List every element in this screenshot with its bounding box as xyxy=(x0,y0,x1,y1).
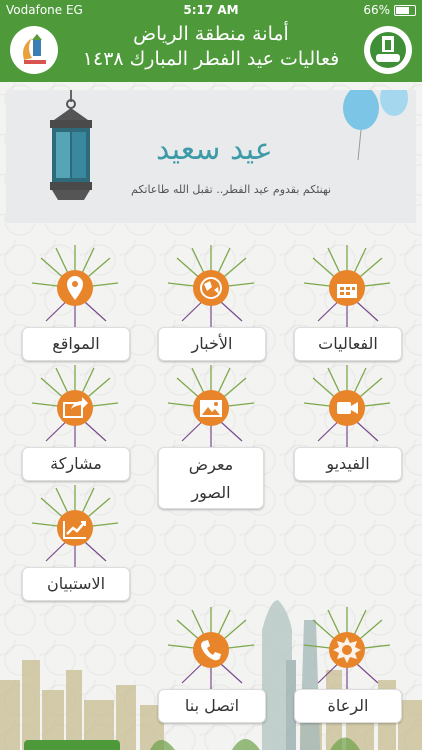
tile-sponsors[interactable]: الرعاة xyxy=(288,605,406,725)
contact-button[interactable]: اتصل بنا xyxy=(158,689,266,723)
tile-gallery[interactable]: معرض الصور xyxy=(152,363,270,513)
banner-title: عيد سعيد xyxy=(156,132,273,167)
news-button[interactable]: الأخبار xyxy=(158,327,266,361)
phone-icon xyxy=(167,607,255,689)
gallery-button[interactable]: معرض الصور xyxy=(158,447,264,509)
battery-percent: 66% xyxy=(363,3,390,17)
tile-events[interactable]: الفعاليات xyxy=(288,243,406,363)
battery-icon xyxy=(394,5,416,16)
video-button[interactable]: الفيديو xyxy=(294,447,402,481)
tile-contact[interactable]: اتصل بنا xyxy=(152,605,270,725)
tile-news[interactable]: الأخبار xyxy=(152,243,270,363)
tile-locations[interactable]: المواقع xyxy=(16,243,134,363)
events-button[interactable]: الفعاليات xyxy=(294,327,402,361)
eid-logo-icon xyxy=(10,26,58,74)
header-title: أمانة منطقة الرياض xyxy=(133,23,289,45)
header-subtitle: فعاليات عيد الفطر المبارك ١٤٣٨ xyxy=(82,48,340,70)
gallery-label-line1: معرض xyxy=(188,455,234,474)
banner-subtitle: نهنئكم بقدوم عيد الفطر.. تقبل الله طاعات… xyxy=(131,183,332,196)
location-pin-icon xyxy=(31,245,119,327)
tile-video[interactable]: الفيديو xyxy=(288,363,406,483)
status-bar: Vodafone EG 5:17 AM 66% xyxy=(0,0,422,20)
survey-button[interactable]: الاستبيان xyxy=(22,567,130,601)
clock: 5:17 AM xyxy=(183,3,239,17)
globe-icon xyxy=(167,245,255,327)
gallery-label-line2: الصور xyxy=(191,483,231,502)
badge-icon xyxy=(303,607,391,689)
eid-banner: عيد سعيد نهنئكم بقدوم عيد الفطر.. تقبل ا… xyxy=(6,90,416,223)
tile-survey[interactable]: الاستبيان xyxy=(16,483,134,603)
trend-chart-icon xyxy=(31,485,119,567)
video-camera-icon xyxy=(303,365,391,447)
image-gallery-icon xyxy=(167,365,255,447)
share-button[interactable]: مشاركة xyxy=(22,447,130,481)
app-header: أمانة منطقة الرياض فعاليات عيد الفطر الم… xyxy=(0,20,422,82)
bottom-tab-indicator xyxy=(24,740,120,750)
riyadh-logo-icon xyxy=(364,26,412,74)
tile-share[interactable]: مشاركة xyxy=(16,363,134,483)
share-icon xyxy=(31,365,119,447)
locations-button[interactable]: المواقع xyxy=(22,327,130,361)
calendar-icon xyxy=(303,245,391,327)
sponsors-button[interactable]: الرعاة xyxy=(294,689,402,723)
